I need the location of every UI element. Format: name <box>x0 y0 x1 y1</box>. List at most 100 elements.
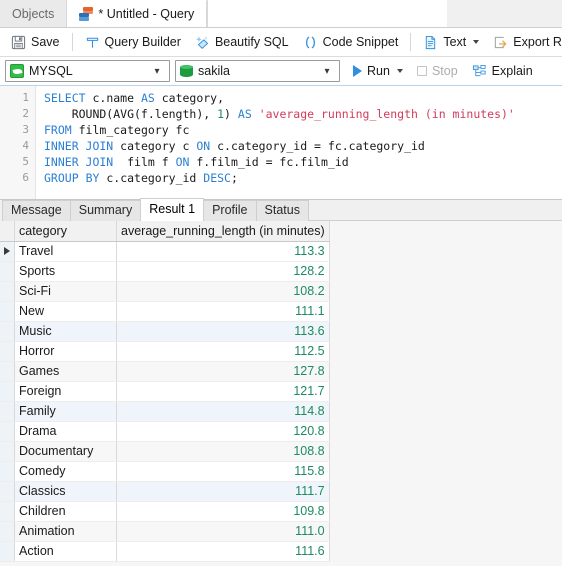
cell-category[interactable]: Games <box>14 361 117 382</box>
database-select[interactable]: sakila ▾ <box>175 60 340 82</box>
cell-category[interactable]: Foreign <box>14 381 117 402</box>
cell-average-running-length[interactable]: 108.8 <box>116 441 330 462</box>
table-row[interactable]: Games 127.8 <box>0 361 330 382</box>
cell-category[interactable]: Family <box>14 401 117 422</box>
table-row[interactable]: Foreign 121.7 <box>0 381 330 402</box>
cell-category[interactable]: Comedy <box>14 461 117 482</box>
mysql-dolphin-icon <box>10 64 24 78</box>
table-row[interactable]: Action 111.6 <box>0 541 330 562</box>
table-row[interactable]: Music 113.6 <box>0 321 330 342</box>
row-selector-cell[interactable] <box>0 321 15 342</box>
code-line-6[interactable]: GROUP BY c.category_id DESC; <box>44 170 562 186</box>
row-selector-cell[interactable] <box>0 441 15 462</box>
cell-category[interactable]: Documentary <box>14 441 117 462</box>
cell-category[interactable]: Sci-Fi <box>14 281 117 302</box>
cell-average-running-length[interactable]: 108.2 <box>116 281 330 302</box>
save-button[interactable]: Save <box>4 31 67 54</box>
row-selector-cell[interactable] <box>0 341 15 362</box>
cell-category[interactable]: New <box>14 301 117 322</box>
stop-button[interactable]: Stop <box>412 60 463 83</box>
row-selector-cell[interactable] <box>0 261 15 282</box>
code-line-1[interactable]: SELECT c.name AS category, <box>44 90 562 106</box>
result-tab-message[interactable]: Message <box>2 200 71 221</box>
sql-editor[interactable]: 1 2 3 4 5 6 SELECT c.name AS category, ROUND(… <box>0 86 562 199</box>
row-selector-cell[interactable] <box>0 281 15 302</box>
table-row[interactable]: Horror 112.5 <box>0 341 330 362</box>
table-row[interactable]: Travel 113.3 <box>0 241 330 262</box>
result-tab-summary[interactable]: Summary <box>69 200 142 221</box>
code-token: 1 <box>217 107 225 121</box>
run-dropdown-caret[interactable] <box>396 69 403 73</box>
row-selector-cell[interactable] <box>0 241 15 262</box>
explain-button[interactable]: Explain <box>467 60 538 83</box>
code-line-4[interactable]: INNER JOIN category c ON c.category_id =… <box>44 138 562 154</box>
cell-average-running-length[interactable]: 114.8 <box>116 401 330 422</box>
tab-untitled-query[interactable]: * Untitled - Query <box>67 0 208 27</box>
cell-average-running-length[interactable]: 120.8 <box>116 421 330 442</box>
table-row[interactable]: Comedy 115.8 <box>0 461 330 482</box>
row-selector-cell[interactable] <box>0 501 15 522</box>
row-selector-cell[interactable] <box>0 361 15 382</box>
row-selector-cell[interactable] <box>0 481 15 502</box>
result-tab-status[interactable]: Status <box>255 200 309 221</box>
cell-average-running-length[interactable]: 111.6 <box>116 541 330 562</box>
cell-category[interactable]: Animation <box>14 521 117 542</box>
row-selector-cell[interactable] <box>0 381 15 402</box>
table-row[interactable]: Sci-Fi 108.2 <box>0 281 330 302</box>
result-tab-profile[interactable]: Profile <box>203 200 257 221</box>
cell-category[interactable]: Horror <box>14 341 117 362</box>
row-selector-cell[interactable] <box>0 521 15 542</box>
cell-average-running-length[interactable]: 121.7 <box>116 381 330 402</box>
row-selector-cell[interactable] <box>0 421 15 442</box>
cell-average-running-length[interactable]: 113.3 <box>116 241 330 262</box>
run-button[interactable]: Run <box>348 60 408 83</box>
cell-average-running-length[interactable]: 109.8 <box>116 501 330 522</box>
tab-untitled-query-label: * Untitled - Query <box>98 7 195 21</box>
result-tab-result-1[interactable]: Result 1 <box>140 198 205 221</box>
table-row[interactable]: Drama 120.8 <box>0 421 330 442</box>
row-selector-cell[interactable] <box>0 301 15 322</box>
cell-category[interactable]: Travel <box>14 241 117 262</box>
cell-category[interactable]: Sports <box>14 261 117 282</box>
text-view-button[interactable]: Text <box>416 31 486 54</box>
column-header-category[interactable]: category <box>14 221 117 242</box>
query-builder-button[interactable]: Query Builder <box>78 31 188 54</box>
table-row[interactable]: New 111.1 <box>0 301 330 322</box>
code-line-3[interactable]: FROM film_category fc <box>44 122 562 138</box>
row-selector-cell[interactable] <box>0 461 15 482</box>
cell-average-running-length[interactable]: 111.1 <box>116 301 330 322</box>
cell-category[interactable]: Classics <box>14 481 117 502</box>
editor-code-area[interactable]: SELECT c.name AS category, ROUND(AVG(f.l… <box>36 86 562 199</box>
export-result-button[interactable]: Export Result <box>486 31 562 54</box>
tab-objects-label: Objects <box>12 6 55 21</box>
cell-category[interactable]: Children <box>14 501 117 522</box>
table-row[interactable]: Classics 111.7 <box>0 481 330 502</box>
table-row[interactable]: Children 109.8 <box>0 501 330 522</box>
table-row[interactable]: Sports 128.2 <box>0 261 330 282</box>
code-line-2[interactable]: ROUND(AVG(f.length), 1) AS 'average_runn… <box>44 106 562 122</box>
cell-average-running-length[interactable]: 111.7 <box>116 481 330 502</box>
tab-objects[interactable]: Objects <box>0 0 68 27</box>
cell-category[interactable]: Action <box>14 541 117 562</box>
row-selector-cell[interactable] <box>0 401 15 422</box>
column-header-average[interactable]: average_running_length (in minutes) <box>116 221 330 242</box>
cell-category[interactable]: Drama <box>14 421 117 442</box>
code-line-5[interactable]: INNER JOIN film f ON f.film_id = fc.film… <box>44 154 562 170</box>
cell-average-running-length[interactable]: 112.5 <box>116 341 330 362</box>
cell-category[interactable]: Music <box>14 321 117 342</box>
cell-average-running-length[interactable]: 127.8 <box>116 361 330 382</box>
cell-average-running-length[interactable]: 113.6 <box>116 321 330 342</box>
table-row[interactable]: Family 114.8 <box>0 401 330 422</box>
table-row[interactable]: Animation 111.0 <box>0 521 330 542</box>
cell-average-running-length[interactable]: 128.2 <box>116 261 330 282</box>
code-token: ; <box>230 171 238 185</box>
row-selector-cell[interactable] <box>0 541 15 562</box>
beautify-sql-button[interactable]: Beautify SQL <box>188 31 296 54</box>
table-row[interactable]: Documentary 108.8 <box>0 441 330 462</box>
text-view-dropdown-caret[interactable] <box>473 40 480 44</box>
code-snippet-button[interactable]: Code Snippet <box>296 31 406 54</box>
cell-average-running-length[interactable]: 111.0 <box>116 521 330 542</box>
cell-average-running-length[interactable]: 115.8 <box>116 461 330 482</box>
result-grid-container[interactable]: category average_running_length (in minu… <box>0 221 562 566</box>
server-select[interactable]: MYSQL ▾ <box>5 60 170 82</box>
